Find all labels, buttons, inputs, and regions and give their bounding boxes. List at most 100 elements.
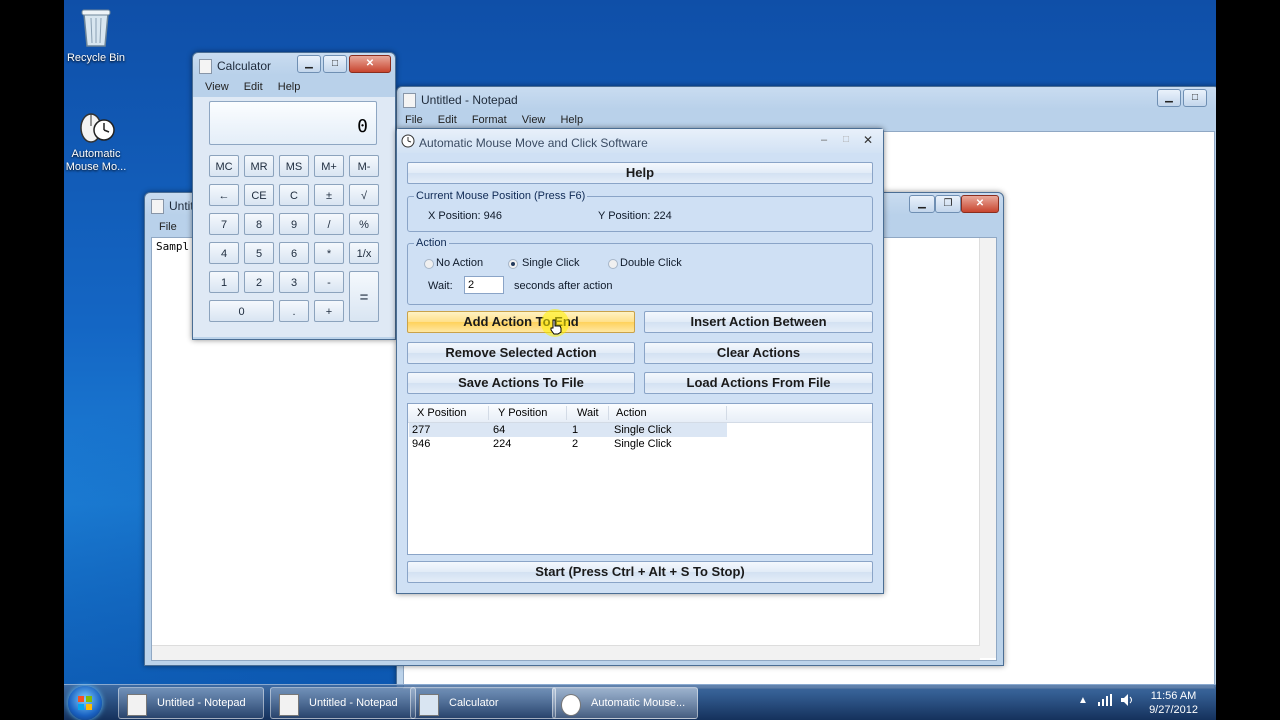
key-m-minus[interactable]: M-	[349, 155, 379, 177]
group-label: Current Mouse Position (Press F6)	[414, 190, 588, 202]
key-reciprocal[interactable]: 1/x	[349, 242, 379, 264]
key-9[interactable]: 9	[279, 213, 309, 235]
minimize-button[interactable]: ▁	[297, 55, 321, 73]
close-button[interactable]: ✕	[961, 195, 999, 213]
key-add[interactable]: +	[314, 300, 344, 322]
minimize-button[interactable]: ▁	[909, 195, 935, 213]
task-label: Automatic Mouse...	[591, 697, 686, 709]
network-icon[interactable]	[1098, 694, 1112, 706]
key-c[interactable]: C	[279, 184, 309, 206]
automatic-mouse-window[interactable]: Automatic Mouse Move and Click Software …	[396, 128, 884, 594]
cell-x: 277	[412, 424, 431, 436]
add-action-to-end-button[interactable]: Add Action To End	[407, 311, 635, 333]
horizontal-scrollbar[interactable]	[152, 645, 980, 660]
key-multiply[interactable]: *	[314, 242, 344, 264]
clear-actions-button[interactable]: Clear Actions	[644, 342, 873, 364]
no-action-radio[interactable]	[424, 259, 434, 269]
key-1[interactable]: 1	[209, 271, 239, 293]
menu-edit[interactable]: Edit	[244, 81, 263, 93]
menu-view[interactable]: View	[522, 114, 546, 126]
start-button[interactable]	[68, 686, 102, 720]
clock-time: 11:56 AM	[1150, 690, 1197, 702]
minimize-button[interactable]: –	[821, 134, 827, 146]
column-header-x[interactable]: X Position	[417, 407, 467, 419]
key-subtract[interactable]: -	[314, 271, 344, 293]
show-hidden-icons-icon[interactable]: ▲	[1078, 695, 1088, 706]
menubar: View Edit Help	[205, 81, 312, 93]
table-row[interactable]: 946 224 2 Single Click	[409, 437, 727, 451]
maximize-button[interactable]: □	[323, 55, 347, 73]
key-plus-minus[interactable]: ±	[314, 184, 344, 206]
double-click-radio[interactable]	[608, 259, 618, 269]
key-equals[interactable]: =	[349, 271, 379, 322]
column-header-y[interactable]: Y Position	[498, 407, 547, 419]
desktop-icon-label: Automatic Mouse Mo...	[65, 148, 127, 173]
wait-suffix: seconds after action	[514, 280, 613, 292]
taskbar-item-notepad-1[interactable]: Untitled - Notepad	[118, 687, 264, 719]
windows-logo-icon	[78, 696, 92, 710]
menu-view[interactable]: View	[205, 81, 229, 93]
taskbar-item-automatic-mouse[interactable]: Automatic Mouse...	[552, 687, 698, 719]
restore-button[interactable]: ❐	[935, 195, 961, 213]
insert-action-between-button[interactable]: Insert Action Between	[644, 311, 873, 333]
radio-label: No Action	[436, 257, 484, 269]
key-5[interactable]: 5	[244, 242, 274, 264]
remove-selected-action-button[interactable]: Remove Selected Action	[407, 342, 635, 364]
menu-help[interactable]: Help	[560, 114, 583, 126]
maximize-button[interactable]: □	[843, 134, 849, 145]
close-button[interactable]: ✕	[863, 133, 873, 147]
desktop-icon-automatic-mouse[interactable]: Automatic Mouse Mo...	[64, 102, 136, 174]
key-ms[interactable]: MS	[279, 155, 309, 177]
menu-file[interactable]: File	[405, 114, 423, 126]
help-button[interactable]: Help	[407, 162, 873, 184]
mouse-clock-icon	[401, 134, 415, 148]
cell-x: 946	[412, 438, 431, 450]
minimize-button[interactable]: ▁	[1157, 89, 1181, 107]
key-decimal[interactable]: .	[279, 300, 309, 322]
start-button[interactable]: Start (Press Ctrl + Alt + S To Stop)	[407, 561, 873, 583]
table-header: X Position Y Position Wait Action	[408, 404, 872, 423]
taskbar-item-notepad-2[interactable]: Untitled - Notepad	[270, 687, 416, 719]
actions-table[interactable]: X Position Y Position Wait Action 277 64…	[407, 403, 873, 555]
x-position-readout: X Position: 946	[428, 210, 502, 222]
taskbar-item-calculator[interactable]: Calculator	[410, 687, 556, 719]
letterbox-left	[0, 0, 64, 720]
column-header-wait[interactable]: Wait	[577, 407, 599, 419]
key-backspace[interactable]: ←	[209, 184, 239, 206]
maximize-button[interactable]: □	[1183, 89, 1207, 107]
key-mr[interactable]: MR	[244, 155, 274, 177]
notepad-icon	[403, 93, 416, 108]
vertical-scrollbar[interactable]	[979, 238, 996, 658]
key-percent[interactable]: %	[349, 213, 379, 235]
cell-action: Single Click	[614, 438, 672, 450]
calculator-window[interactable]: Calculator ▁ □ ✕ View Edit Help 0 MC MR …	[192, 52, 396, 340]
menu-file[interactable]: File	[159, 221, 177, 233]
menu-format[interactable]: Format	[472, 114, 507, 126]
desktop-icon-recycle-bin[interactable]: Recycle Bin	[64, 6, 136, 65]
key-0[interactable]: 0	[209, 300, 274, 322]
key-mc[interactable]: MC	[209, 155, 239, 177]
column-header-action[interactable]: Action	[616, 407, 647, 419]
menu-help[interactable]: Help	[278, 81, 301, 93]
load-actions-button[interactable]: Load Actions From File	[644, 372, 873, 394]
menu-edit[interactable]: Edit	[438, 114, 457, 126]
key-7[interactable]: 7	[209, 213, 239, 235]
wait-input[interactable]: 2	[464, 276, 504, 294]
table-row[interactable]: 277 64 1 Single Click	[409, 423, 727, 437]
key-m-plus[interactable]: M+	[314, 155, 344, 177]
key-ce[interactable]: CE	[244, 184, 274, 206]
key-8[interactable]: 8	[244, 213, 274, 235]
key-divide[interactable]: /	[314, 213, 344, 235]
cell-wait: 2	[572, 438, 579, 450]
key-sqrt[interactable]: √	[349, 184, 379, 206]
key-6[interactable]: 6	[279, 242, 309, 264]
key-2[interactable]: 2	[244, 271, 274, 293]
key-4[interactable]: 4	[209, 242, 239, 264]
system-clock[interactable]: 11:56 AM 9/27/2012	[1149, 689, 1198, 717]
window-title: Automatic Mouse Move and Click Software	[419, 136, 648, 150]
save-actions-button[interactable]: Save Actions To File	[407, 372, 635, 394]
key-3[interactable]: 3	[279, 271, 309, 293]
single-click-radio[interactable]	[508, 259, 518, 269]
close-button[interactable]: ✕	[349, 55, 391, 73]
volume-icon[interactable]	[1120, 693, 1134, 707]
